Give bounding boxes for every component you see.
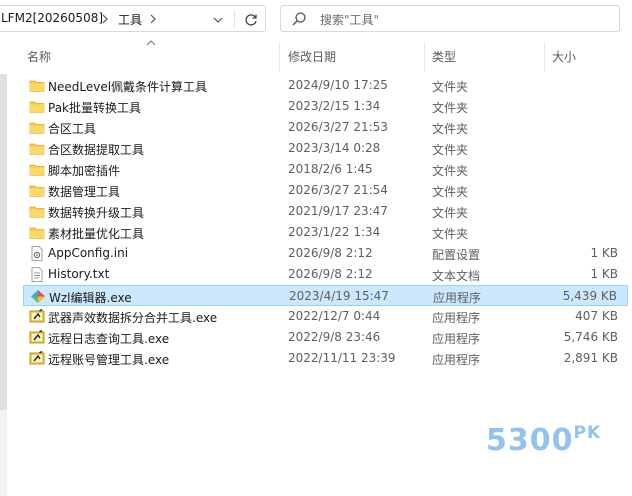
file-name: 合区数据提取工具 (48, 142, 145, 157)
file-size: 5,439 KB (562, 288, 617, 303)
file-name: 武器声效数据拆分合并工具.exe (48, 310, 218, 325)
chevron-down-icon[interactable] (211, 14, 225, 26)
config-file-icon (29, 245, 45, 261)
file-date: 2026/9/8 2:12 (288, 245, 373, 260)
column-header-date[interactable]: 修改日期 (288, 48, 336, 65)
file-name: 脚本加密插件 (48, 163, 121, 178)
colorful-app-icon (30, 289, 46, 304)
file-date: 2022/12/7 0:44 (288, 308, 381, 323)
folder-icon (29, 120, 45, 135)
file-date: 2026/9/8 2:12 (288, 266, 373, 281)
file-date: 2018/2/6 1:45 (288, 161, 373, 176)
address-bar[interactable]: LFM2[20260508] 工具 (0, 5, 266, 32)
file-type: 文件夹 (432, 79, 469, 94)
file-row[interactable]: 脚本加密插件 2018/2/6 1:45 文件夹 (23, 159, 628, 180)
folder-icon (29, 162, 45, 177)
file-size: 5,746 KB (563, 329, 618, 344)
file-type: 应用程序 (432, 331, 481, 346)
file-type: 文件夹 (432, 163, 469, 178)
file-date: 2023/3/14 0:28 (288, 140, 381, 155)
folder-icon (29, 141, 45, 156)
file-type: 应用程序 (433, 290, 482, 305)
file-type: 文件夹 (432, 184, 469, 199)
text-file-icon (29, 266, 45, 282)
file-name: NeedLevel佩戴条件计算工具 (48, 79, 208, 94)
file-size: 1 KB (590, 266, 618, 281)
file-row[interactable]: 武器声效数据拆分合并工具.exe 2022/12/7 0:44 应用程序 407 KB (23, 306, 628, 327)
file-size: 2,891 KB (563, 350, 618, 365)
file-type: 配置设置 (432, 247, 481, 262)
file-row[interactable]: 数据转换升级工具 2021/9/17 23:47 文件夹 (23, 201, 628, 222)
search-box[interactable]: 搜索"工具" (280, 5, 620, 32)
watermark-logo: 5300PK (486, 423, 602, 458)
file-date: 2023/4/19 15:47 (289, 288, 389, 303)
file-name: 素材批量优化工具 (48, 226, 145, 241)
file-type: 文件夹 (432, 142, 469, 157)
file-type: 应用程序 (432, 310, 481, 325)
file-row[interactable]: 素材批量优化工具 2023/1/22 1:34 文件夹 (23, 222, 628, 243)
file-row[interactable]: AppConfig.ini 2026/9/8 2:12 配置设置 1 KB (23, 243, 628, 264)
divider (234, 10, 235, 29)
sort-ascending-icon (146, 40, 156, 46)
file-date: 2026/3/27 21:53 (288, 119, 388, 134)
file-name: Pak批量转换工具 (48, 100, 142, 115)
file-row[interactable]: 合区数据提取工具 2023/3/14 0:28 文件夹 (23, 138, 628, 159)
app-exe-icon (29, 308, 45, 324)
file-name: 合区工具 (48, 121, 97, 136)
column-divider[interactable] (544, 42, 545, 72)
search-icon (292, 12, 306, 26)
toolbar: LFM2[20260508] 工具 搜索"工具" (0, 0, 632, 38)
file-type: 文件夹 (432, 205, 469, 220)
breadcrumb-parent[interactable]: LFM2[20260508] (1, 11, 103, 25)
file-type: 文件夹 (432, 226, 469, 241)
left-pane-scroll-thumb[interactable] (0, 38, 7, 410)
chevron-right-icon[interactable] (100, 12, 110, 26)
file-date: 2023/1/22 1:34 (288, 224, 381, 239)
file-type: 文件夹 (432, 100, 469, 115)
file-row[interactable]: NeedLevel佩戴条件计算工具 2024/9/10 17:25 文件夹 (23, 75, 628, 96)
file-date: 2026/3/27 21:54 (288, 182, 388, 197)
column-header-size[interactable]: 大小 (552, 48, 576, 65)
file-name: Wzl编辑器.exe (49, 290, 132, 305)
file-type: 文件夹 (432, 121, 469, 136)
file-date: 2022/11/11 23:39 (288, 350, 396, 365)
breadcrumb-current[interactable]: 工具 (118, 11, 142, 28)
column-divider[interactable] (424, 42, 425, 72)
file-type: 文本文档 (432, 268, 481, 283)
file-size: 407 KB (575, 308, 618, 323)
folder-icon (29, 204, 45, 219)
file-size: 1 KB (590, 245, 618, 260)
file-row[interactable]: Wzl编辑器.exe 2023/4/19 15:47 应用程序 5,439 KB (23, 284, 628, 306)
app-exe-icon (29, 350, 45, 366)
file-row[interactable]: Pak批量转换工具 2023/2/15 1:34 文件夹 (23, 96, 628, 117)
folder-icon (29, 225, 45, 240)
file-row[interactable]: 远程日志查询工具.exe 2022/9/8 23:46 应用程序 5,746 KB (23, 327, 628, 348)
file-row[interactable]: History.txt 2026/9/8 2:12 文本文档 1 KB (23, 264, 628, 285)
file-row[interactable]: 合区工具 2026/3/27 21:53 文件夹 (23, 117, 628, 138)
column-header-type[interactable]: 类型 (432, 48, 456, 65)
file-date: 2021/9/17 23:47 (288, 203, 388, 218)
file-name: 远程账号管理工具.exe (48, 352, 170, 367)
file-name: 远程日志查询工具.exe (48, 331, 170, 346)
file-row[interactable]: 远程账号管理工具.exe 2022/11/11 23:39 应用程序 2,891 KB (23, 348, 628, 369)
folder-icon (29, 78, 45, 93)
folder-icon (29, 183, 45, 198)
folder-icon (29, 99, 45, 114)
file-name: 数据管理工具 (48, 184, 121, 199)
file-row[interactable]: 数据管理工具 2026/3/27 21:54 文件夹 (23, 180, 628, 201)
file-date: 2024/9/10 17:25 (288, 77, 388, 92)
search-input[interactable]: 搜索"工具" (320, 11, 379, 28)
file-name: History.txt (48, 266, 110, 281)
app-exe-icon (29, 329, 45, 345)
column-divider[interactable] (279, 42, 280, 72)
refresh-icon[interactable] (243, 12, 259, 28)
file-type: 应用程序 (432, 352, 481, 367)
column-header-name[interactable]: 名称 (27, 48, 51, 65)
file-date: 2022/9/8 23:46 (288, 329, 381, 344)
file-name: AppConfig.ini (48, 245, 129, 260)
file-date: 2023/2/15 1:34 (288, 98, 381, 113)
chevron-right-icon[interactable] (148, 12, 158, 26)
file-name: 数据转换升级工具 (48, 205, 145, 220)
